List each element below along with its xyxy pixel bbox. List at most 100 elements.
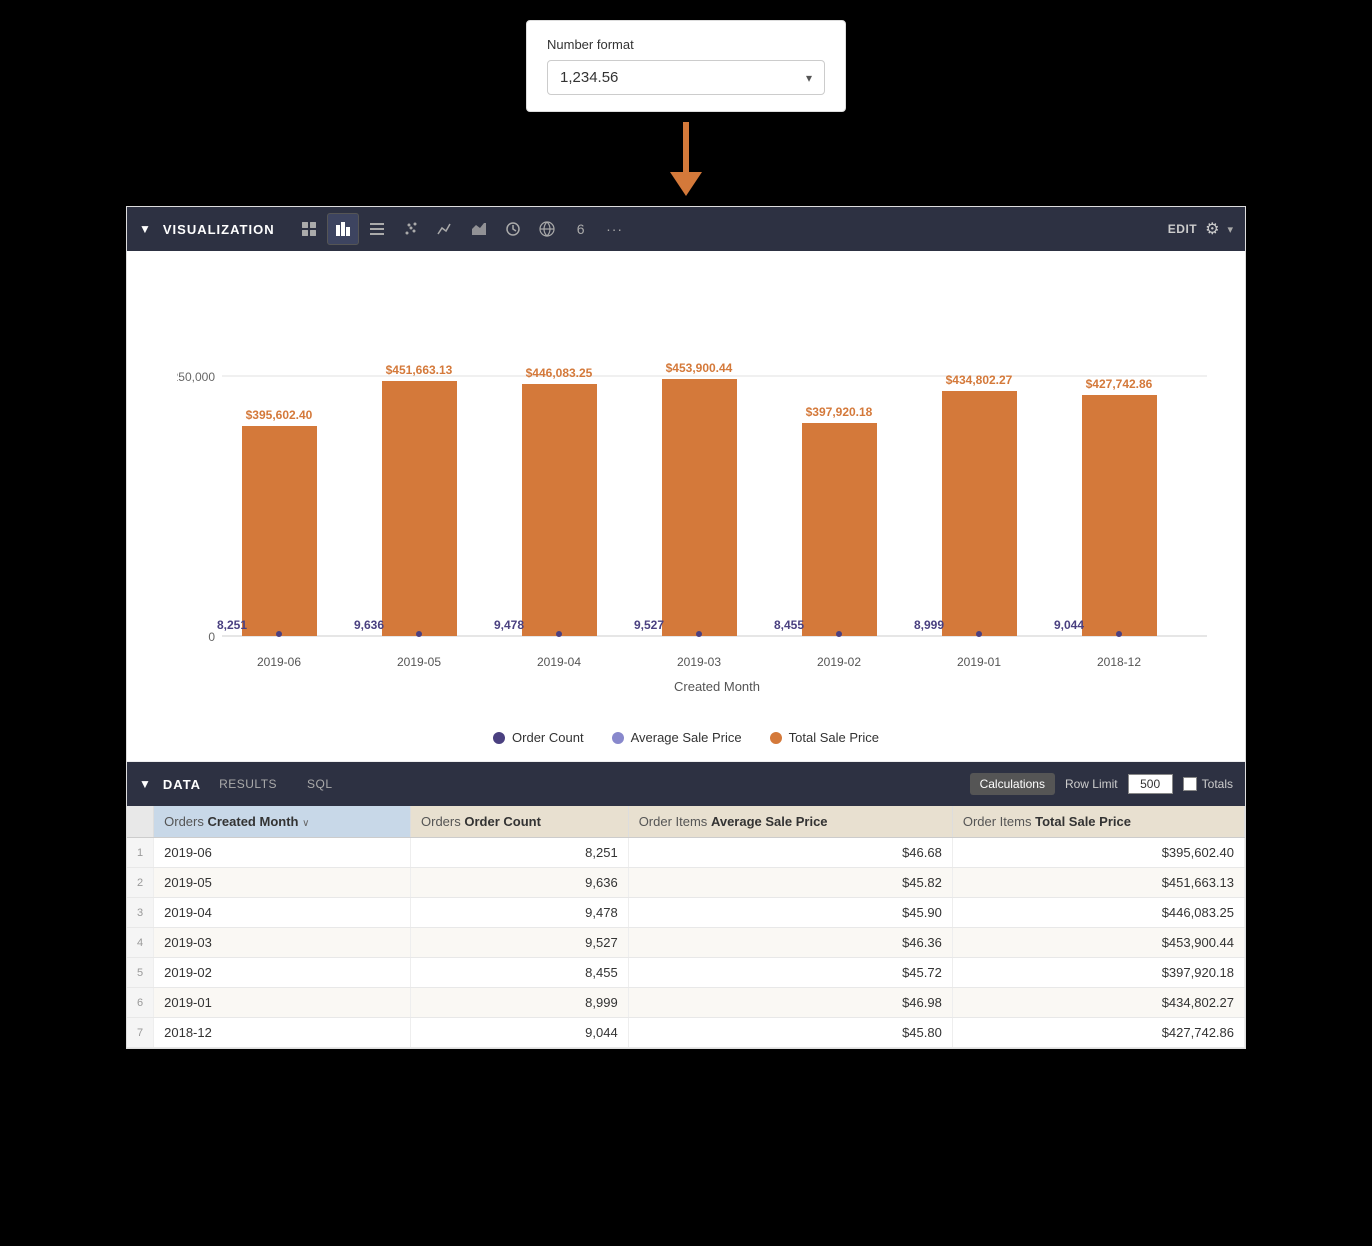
cell-avg: $45.82 <box>628 868 952 898</box>
down-arrow <box>670 122 702 196</box>
visualization-header: ▼ VISUALIZATION <box>127 207 1245 251</box>
row-number: 4 <box>127 928 154 958</box>
gear-icon[interactable]: ⚙ <box>1205 219 1219 239</box>
svg-text:8,251: 8,251 <box>217 618 247 632</box>
svg-text:9,527: 9,527 <box>634 618 664 632</box>
data-table: Orders Created Month ∨ Orders Order Coun… <box>127 806 1245 1048</box>
cell-count: 8,999 <box>411 988 629 1018</box>
bar-2019-06[interactable] <box>242 426 317 636</box>
data-header: ▼ DATA RESULTS SQL Calculations Row Limi… <box>127 762 1245 806</box>
cell-month: 2019-02 <box>154 958 411 988</box>
cell-count: 8,455 <box>411 958 629 988</box>
svg-text:$453,900.44: $453,900.44 <box>666 361 733 375</box>
line-chart-icon-btn[interactable] <box>429 213 461 245</box>
table-row: 3 2019-04 9,478 $45.90 $446,083.25 <box>127 898 1245 928</box>
cell-month: 2018-12 <box>154 1018 411 1048</box>
legend-total-price-label: Total Sale Price <box>789 730 879 745</box>
edit-button[interactable]: EDIT <box>1168 222 1197 236</box>
scatter-icon-btn[interactable] <box>395 213 427 245</box>
cell-total: $434,802.27 <box>952 988 1244 1018</box>
number-icon-btn[interactable]: 6 <box>565 213 597 245</box>
svg-text:2019-06: 2019-06 <box>257 655 301 669</box>
number-format-label: Number format <box>547 37 825 52</box>
row-num-header <box>127 806 154 838</box>
cell-month: 2019-01 <box>154 988 411 1018</box>
table-list-icon-btn[interactable] <box>361 213 393 245</box>
cell-count: 9,478 <box>411 898 629 928</box>
clock-icon-btn[interactable] <box>497 213 529 245</box>
chart-legend: Order Count Average Sale Price Total Sal… <box>127 716 1245 762</box>
bar-2019-05[interactable] <box>382 381 457 636</box>
table-row: 4 2019-03 9,527 $46.36 $453,900.44 <box>127 928 1245 958</box>
bar-2019-01[interactable] <box>942 391 1017 636</box>
col-header-order-count: Orders Order Count <box>411 806 629 838</box>
area-chart-icon-btn[interactable] <box>463 213 495 245</box>
data-toggle[interactable]: ▼ <box>139 777 151 791</box>
more-icon-btn[interactable]: ··· <box>599 213 631 245</box>
svg-text:$397,920.18: $397,920.18 <box>806 405 873 419</box>
svg-text:$446,083.25: $446,083.25 <box>526 366 593 380</box>
bar-chart-svg: 250,000 0 $395,602.40 8,251 2019-06 $451… <box>177 271 1217 701</box>
legend-item-avg-price: Average Sale Price <box>612 730 742 745</box>
row-number: 7 <box>127 1018 154 1048</box>
cell-count: 9,527 <box>411 928 629 958</box>
row-limit-input[interactable] <box>1128 774 1173 794</box>
cell-total: $451,663.13 <box>952 868 1244 898</box>
cell-month: 2019-05 <box>154 868 411 898</box>
arrow-shaft <box>683 122 689 172</box>
viz-header-right: EDIT ⚙ ▾ <box>1168 219 1233 239</box>
totals-checkbox-group: Totals <box>1183 777 1233 791</box>
bar-2019-04[interactable] <box>522 384 597 636</box>
tab-results[interactable]: RESULTS <box>207 773 289 795</box>
cell-month: 2019-06 <box>154 838 411 868</box>
number-format-select[interactable]: 1,234.56 ▾ <box>547 60 825 95</box>
data-title: DATA <box>163 777 201 792</box>
order-count-dot <box>493 732 505 744</box>
svg-text:9,044: 9,044 <box>1054 618 1084 632</box>
data-header-right: Calculations Row Limit Totals <box>970 773 1233 795</box>
totals-label: Totals <box>1202 777 1233 791</box>
col-header-avg-price: Order Items Average Sale Price <box>628 806 952 838</box>
total-price-dot <box>770 732 782 744</box>
chart-area: 250,000 0 $395,602.40 8,251 2019-06 $451… <box>127 251 1245 716</box>
viz-toolbar: 6 ··· <box>293 213 1162 245</box>
cell-total: $395,602.40 <box>952 838 1244 868</box>
tab-sql[interactable]: SQL <box>295 773 345 795</box>
bar-2019-03[interactable] <box>662 379 737 636</box>
bar-chart-icon-btn[interactable] <box>327 213 359 245</box>
bar-2018-12[interactable] <box>1082 395 1157 636</box>
cell-avg: $45.90 <box>628 898 952 928</box>
totals-checkbox[interactable] <box>1183 777 1197 791</box>
row-number: 3 <box>127 898 154 928</box>
table-row: 1 2019-06 8,251 $46.68 $395,602.40 <box>127 838 1245 868</box>
map-icon-btn[interactable] <box>531 213 563 245</box>
viz-title: VISUALIZATION <box>163 222 275 237</box>
col-header-month: Orders Created Month ∨ <box>154 806 411 838</box>
row-number: 6 <box>127 988 154 1018</box>
table-icon-btn[interactable] <box>293 213 325 245</box>
cell-avg: $46.36 <box>628 928 952 958</box>
svg-text:8,455: 8,455 <box>774 618 804 632</box>
svg-text:$395,602.40: $395,602.40 <box>246 408 313 422</box>
svg-text:9,636: 9,636 <box>354 618 384 632</box>
bar-2019-02[interactable] <box>802 423 877 636</box>
avg-price-dot <box>612 732 624 744</box>
svg-text:8,999: 8,999 <box>914 618 944 632</box>
svg-text:250,000: 250,000 <box>177 370 215 384</box>
svg-text:2019-03: 2019-03 <box>677 655 721 669</box>
svg-text:Created Month: Created Month <box>674 679 760 694</box>
cell-count: 9,636 <box>411 868 629 898</box>
table-row: 6 2019-01 8,999 $46.98 $434,802.27 <box>127 988 1245 1018</box>
svg-text:$451,663.13: $451,663.13 <box>386 363 453 377</box>
cell-avg: $45.72 <box>628 958 952 988</box>
legend-item-total-price: Total Sale Price <box>770 730 879 745</box>
svg-text:9,478: 9,478 <box>494 618 524 632</box>
viz-toggle[interactable]: ▼ <box>139 222 151 236</box>
row-number: 1 <box>127 838 154 868</box>
calculations-button[interactable]: Calculations <box>970 773 1055 795</box>
svg-text:2018-12: 2018-12 <box>1097 655 1141 669</box>
legend-avg-price-label: Average Sale Price <box>631 730 742 745</box>
svg-text:$427,742.86: $427,742.86 <box>1086 377 1153 391</box>
cell-count: 9,044 <box>411 1018 629 1048</box>
table-row: 7 2018-12 9,044 $45.80 $427,742.86 <box>127 1018 1245 1048</box>
